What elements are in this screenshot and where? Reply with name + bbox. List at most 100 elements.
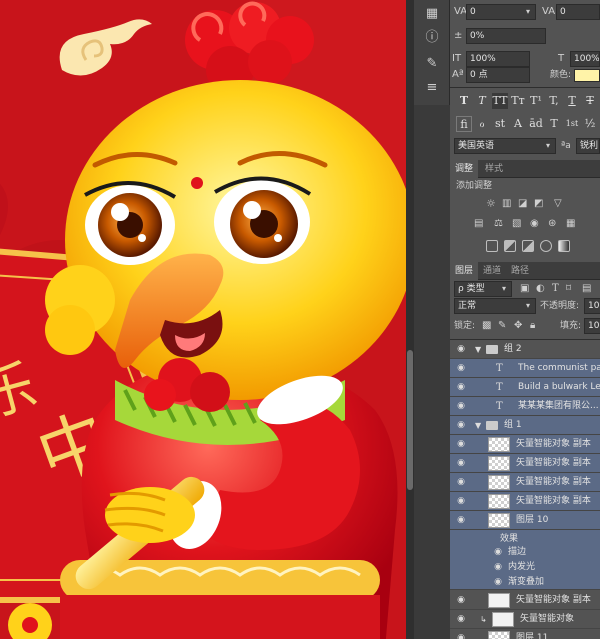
lock-pixels-icon[interactable]: ✎ <box>498 318 506 334</box>
visibility-eye-icon[interactable]: ◉ <box>455 477 467 487</box>
layer-row[interactable]: ◉ 图层 10 <box>450 511 600 530</box>
titling-button[interactable]: T <box>546 116 562 132</box>
exposure-icon[interactable]: ◩ <box>534 196 543 212</box>
subscript-button[interactable]: T, <box>546 93 562 109</box>
baseline-shift-field[interactable]: 0 点 <box>466 67 530 83</box>
brushes-icon[interactable]: ✎ <box>424 56 440 72</box>
chevron-down-icon[interactable]: ▾ <box>502 281 506 297</box>
layer-row[interactable]: ◉ 矢量智能对象 副本 <box>450 591 600 610</box>
chevron-down-icon[interactable]: ▼ <box>475 340 481 359</box>
fill-field[interactable]: 100 <box>584 318 600 334</box>
blend-mode-select[interactable]: 正常 <box>454 298 536 314</box>
visibility-eye-icon[interactable]: ◉ <box>455 420 467 430</box>
tab-channels[interactable]: 通道 <box>478 262 506 280</box>
faux-italic-button[interactable]: T <box>474 93 490 109</box>
layer-row[interactable]: ◉ T 某某某集团有限公... <box>450 397 600 416</box>
stylistic-alternates-button[interactable]: ād <box>528 116 544 132</box>
color-balance-icon[interactable]: ⚖ <box>494 216 503 232</box>
smart-object-filter-icon[interactable]: ▤ <box>582 281 591 297</box>
hue-saturation-icon[interactable]: ▤ <box>474 216 483 232</box>
language-select[interactable]: 美国英语 <box>454 138 556 154</box>
layer-row[interactable]: ◉ T The communist party <box>450 359 600 378</box>
visibility-eye-icon[interactable]: ◉ <box>455 515 467 525</box>
layer-row[interactable]: ◉ 矢量智能对象 副本 <box>450 473 600 492</box>
threshold-icon[interactable] <box>522 240 534 252</box>
effect-row[interactable]: ◉ 渐变叠加 <box>450 575 600 590</box>
photo-filter-icon[interactable]: ◉ <box>530 216 539 232</box>
visibility-eye-icon[interactable]: ◉ <box>455 633 467 639</box>
ordinals-button[interactable]: 1st <box>564 116 580 132</box>
layer-row[interactable]: ◉ ↳ 矢量智能对象 <box>450 610 600 629</box>
posterize-icon[interactable] <box>504 240 516 252</box>
tab-layers[interactable]: 图层 <box>450 262 479 280</box>
invert-icon[interactable] <box>486 240 498 252</box>
channel-mixer-icon[interactable]: ⊛ <box>548 216 556 232</box>
info-icon[interactable]: ⓘ <box>424 30 440 46</box>
document-canvas[interactable]: 中 乐 <box>0 0 406 639</box>
chevron-down-icon[interactable]: ▾ <box>526 298 530 314</box>
effect-row[interactable]: ◉ 描边 <box>450 545 600 560</box>
layer-row[interactable]: ◉ ▼ 组 2 <box>450 340 600 359</box>
swash-button[interactable]: A <box>510 116 526 132</box>
chevron-down-icon[interactable]: ▾ <box>546 138 550 154</box>
tab-adjustments[interactable]: 调整 <box>450 160 479 178</box>
tracking-field[interactable]: 0 <box>556 4 600 20</box>
visibility-eye-icon[interactable]: ◉ <box>455 439 467 449</box>
visibility-eye-icon[interactable]: ◉ <box>455 344 467 354</box>
lock-all-icon[interactable]: 🔒︎ <box>530 318 535 334</box>
opacity-field[interactable]: 100 <box>584 298 600 314</box>
tab-paths[interactable]: 路径 <box>506 262 534 280</box>
tool-presets-icon[interactable]: ≡ <box>424 80 440 96</box>
layer-row[interactable]: ◉ 矢量智能对象 副本 <box>450 492 600 511</box>
curves-icon[interactable]: ◪ <box>518 196 527 212</box>
horizontal-scale-field[interactable]: 100% <box>570 51 600 67</box>
strikethrough-button[interactable]: T <box>582 93 598 109</box>
layer-row[interactable]: ◉ 图层 11 <box>450 629 600 639</box>
layer-row[interactable]: ◉ 矢量智能对象 副本 <box>450 454 600 473</box>
gradient-map-icon[interactable] <box>558 240 570 252</box>
type-filter-icon[interactable]: T <box>552 281 559 297</box>
brush-preset-icon[interactable]: ▦ <box>424 6 440 22</box>
lock-transparent-icon[interactable]: ▩ <box>482 318 491 334</box>
canvas-vertical-scrollbar[interactable] <box>406 0 414 639</box>
effect-row[interactable]: ◉ 内发光 <box>450 560 600 575</box>
visibility-eye-icon[interactable]: ◉ <box>492 577 504 587</box>
vertical-scale-field[interactable]: 100% <box>466 51 530 67</box>
shape-filter-icon[interactable]: ⌑ <box>566 281 571 297</box>
all-caps-button[interactable]: TT <box>492 93 508 109</box>
small-caps-button[interactable]: Tт <box>510 93 526 109</box>
layer-row[interactable]: ◉ 矢量智能对象 副本 <box>450 435 600 454</box>
chevron-down-icon[interactable]: ▾ <box>526 4 530 20</box>
vibrance-icon[interactable]: ▽ <box>554 196 562 212</box>
visibility-eye-icon[interactable]: ◉ <box>455 401 467 411</box>
visibility-eye-icon[interactable]: ◉ <box>455 595 467 605</box>
alternates-button[interactable]: ℴ <box>474 116 490 132</box>
chevron-down-icon[interactable]: ▼ <box>475 416 481 435</box>
layer-row[interactable]: ◉ T Build a bulwark Lead <box>450 378 600 397</box>
visibility-eye-icon[interactable]: ◉ <box>492 547 504 557</box>
text-color-swatch[interactable] <box>574 69 600 82</box>
color-lookup-icon[interactable]: ▦ <box>566 216 575 232</box>
pixel-filter-icon[interactable]: ▣ <box>520 281 529 297</box>
ligatures-button[interactable]: fi <box>456 116 472 132</box>
brightness-icon[interactable]: ☼ <box>486 196 496 212</box>
fractions-button[interactable]: ½ <box>582 116 598 132</box>
faux-bold-button[interactable]: T <box>456 93 472 109</box>
visibility-eye-icon[interactable]: ◉ <box>455 382 467 392</box>
lock-position-icon[interactable]: ✥ <box>514 318 522 334</box>
visibility-eye-icon[interactable]: ◉ <box>492 562 504 572</box>
baseline-percent-field[interactable]: 0% <box>466 28 546 44</box>
discretionary-ligatures-button[interactable]: st <box>492 116 508 132</box>
antialias-select[interactable]: 锐利 <box>576 138 600 154</box>
levels-icon[interactable]: ▥ <box>502 196 511 212</box>
visibility-eye-icon[interactable]: ◉ <box>455 614 467 624</box>
superscript-button[interactable]: T¹ <box>528 93 544 109</box>
scrollbar-thumb[interactable] <box>407 350 413 490</box>
visibility-eye-icon[interactable]: ◉ <box>455 458 467 468</box>
adjustment-filter-icon[interactable]: ◐ <box>536 281 545 297</box>
tab-styles[interactable]: 样式 <box>480 160 508 178</box>
visibility-eye-icon[interactable]: ◉ <box>455 496 467 506</box>
black-white-icon[interactable]: ▧ <box>512 216 521 232</box>
visibility-eye-icon[interactable]: ◉ <box>455 363 467 373</box>
layer-row[interactable]: ◉ ▼ 组 1 <box>450 416 600 435</box>
